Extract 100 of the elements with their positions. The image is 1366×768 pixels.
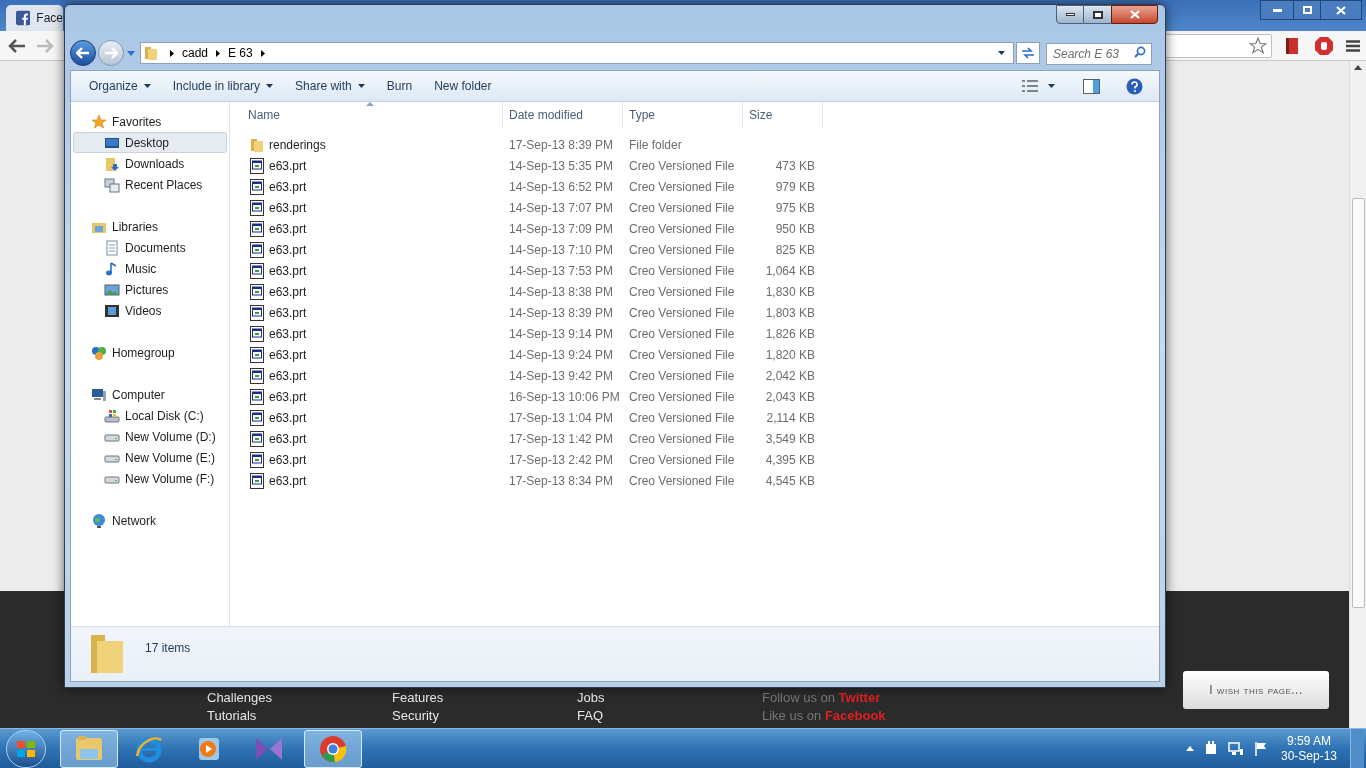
file-window-icon	[250, 325, 264, 342]
size-cell-text: 4,545 KB	[765, 472, 815, 490]
minimize-button[interactable]	[1056, 5, 1084, 24]
nav-group[interactable]: Computer	[71, 384, 229, 405]
footer-link[interactable]: Tutorials	[207, 708, 392, 724]
file-row[interactable]: e63.prt 14-Sep-13 7:09 PM Creo Versioned File 950 KB	[230, 218, 1159, 239]
breadcrumb-item[interactable]: E 63	[228, 44, 253, 62]
close-button[interactable]	[1111, 5, 1158, 24]
preview-pane-button[interactable]	[1083, 78, 1100, 94]
scroll-up-icon[interactable]	[1354, 65, 1362, 70]
nav-item[interactable]: Recent Places	[73, 174, 227, 195]
nav-item[interactable]: Desktop	[73, 132, 227, 153]
nav-item[interactable]: Downloads	[73, 153, 227, 174]
feedback-button[interactable]: I wish this page...	[1183, 671, 1329, 709]
file-row[interactable]: e63.prt 14-Sep-13 8:39 PM Creo Versioned File 1,803 KB	[230, 302, 1159, 323]
type-cell: Creo Versioned File	[629, 431, 735, 446]
file-window-icon	[250, 388, 264, 405]
flag-icon[interactable]	[1254, 741, 1268, 756]
footer-link[interactable]: FAQ	[577, 708, 762, 724]
toolbar-button[interactable]: Organize	[79, 74, 161, 98]
type-cell: Creo Versioned File	[629, 452, 735, 467]
stop-hand-icon[interactable]	[1314, 35, 1334, 56]
file-row[interactable]: e63.prt 14-Sep-13 8:38 PM Creo Versioned File 1,830 KB	[230, 281, 1159, 302]
start-button[interactable]	[6, 729, 46, 768]
network-monitor-icon[interactable]	[1228, 741, 1244, 756]
nav-item[interactable]: New Volume (D:)	[73, 426, 227, 447]
type-cell: Creo Versioned File	[629, 242, 735, 257]
minimize-button[interactable]	[1260, 0, 1294, 20]
file-row[interactable]: e63.prt 17-Sep-13 1:04 PM Creo Versioned File 2,114 KB	[230, 407, 1159, 428]
tray-expand-icon[interactable]	[1186, 746, 1194, 751]
date-cell: 17-Sep-13 1:04 PM	[509, 410, 614, 425]
book-icon[interactable]	[1284, 36, 1300, 55]
toolbar-button[interactable]: New folder	[424, 74, 502, 98]
nav-group[interactable]: Homegroup	[71, 342, 229, 363]
file-row[interactable]: e63.prt 17-Sep-13 2:42 PM Creo Versioned File 4,395 KB	[230, 449, 1159, 470]
column-header[interactable]: Date modified	[503, 102, 623, 128]
footer-link[interactable]: Security	[392, 708, 577, 724]
column-header[interactable]: Name	[230, 102, 503, 128]
file-row[interactable]: e63.prt 14-Sep-13 5:35 PM Creo Versioned File 473 KB	[230, 155, 1159, 176]
browser-tab[interactable]: Face	[6, 5, 63, 31]
back-button[interactable]	[70, 40, 96, 66]
file-row[interactable]: e63.prt 17-Sep-13 8:34 PM Creo Versioned File 4,545 KB	[230, 470, 1159, 491]
file-row[interactable]: e63.prt 14-Sep-13 7:10 PM Creo Versioned File 825 KB	[230, 239, 1159, 260]
toolbar-button[interactable]: Include in library	[162, 74, 284, 98]
nav-item[interactable]: New Volume (E:)	[73, 447, 227, 468]
plug-icon[interactable]	[1204, 740, 1218, 757]
file-row[interactable]: e63.prt 14-Sep-13 7:53 PM Creo Versioned File 1,064 KB	[230, 260, 1159, 281]
type-cell: Creo Versioned File	[629, 158, 735, 173]
scroll-thumb[interactable]	[1351, 198, 1365, 608]
type-cell: Creo Versioned File	[629, 326, 735, 341]
file-row[interactable]: e63.prt 14-Sep-13 9:14 PM Creo Versioned File 1,826 KB	[230, 323, 1159, 344]
scrollbar[interactable]	[1349, 61, 1366, 728]
nav-item[interactable]: Documents	[73, 237, 227, 258]
file-row[interactable]: e63.prt 14-Sep-13 9:42 PM Creo Versioned File 2,042 KB	[230, 365, 1159, 386]
search-field[interactable]: Search E 63	[1046, 43, 1152, 65]
refresh-button[interactable]	[1016, 42, 1040, 64]
column-header[interactable]: Type	[623, 102, 743, 128]
file-row[interactable]: e63.prt 14-Sep-13 7:07 PM Creo Versioned File 975 KB	[230, 197, 1159, 218]
nav-group[interactable]: Favorites	[71, 111, 229, 132]
file-window-icon	[250, 178, 264, 195]
file-name: e63.prt	[269, 325, 307, 343]
clock[interactable]: 9:59 AM 30-Sep-13	[1278, 733, 1340, 764]
url-bar[interactable]	[1164, 33, 1272, 58]
file-row[interactable]: renderings 17-Sep-13 8:39 PM File folder	[230, 134, 1159, 155]
column-header[interactable]: Size	[743, 102, 823, 128]
nav-item[interactable]: Pictures	[73, 279, 227, 300]
maximize-button[interactable]	[1084, 5, 1111, 24]
restore-button[interactable]	[1294, 0, 1320, 20]
nav-group[interactable]: Libraries	[71, 216, 229, 237]
date-cell: 17-Sep-13 8:34 PM	[509, 473, 614, 488]
toolbar-button[interactable]: Burn	[376, 74, 423, 98]
menu-icon[interactable]	[1346, 39, 1360, 52]
footer-link[interactable]: Challenges	[207, 690, 392, 706]
back-arrow-icon[interactable]	[8, 38, 26, 53]
star-outline-icon[interactable]	[1249, 36, 1267, 55]
date-cell: 14-Sep-13 7:09 PM	[509, 221, 614, 236]
file-row[interactable]: e63.prt 14-Sep-13 6:52 PM Creo Versioned File 979 KB	[230, 176, 1159, 197]
nav-item[interactable]: Videos	[73, 300, 227, 321]
taskbar-app-button[interactable]	[304, 729, 362, 768]
view-options-button[interactable]	[1022, 80, 1055, 92]
breadcrumb-item[interactable]: cadd	[182, 44, 209, 62]
size-cell-text: 2,043 KB	[765, 388, 815, 406]
file-row[interactable]: e63.prt 14-Sep-13 9:24 PM Creo Versioned File 1,820 KB	[230, 344, 1159, 365]
footer-link[interactable]: Jobs	[577, 690, 762, 706]
file-name: e63.prt	[269, 346, 307, 364]
nav-item[interactable]: Music	[73, 258, 227, 279]
nav-group[interactable]: Network	[71, 510, 229, 531]
type-cell: Creo Versioned File	[629, 305, 735, 320]
toolbar-button[interactable]: Share with	[285, 74, 375, 98]
nav-item[interactable]: Local Disk (C:)	[73, 405, 227, 426]
file-row[interactable]: e63.prt 17-Sep-13 1:42 PM Creo Versioned File 3,549 KB	[230, 428, 1159, 449]
size-cell-text: 825 KB	[775, 241, 815, 259]
footer-link[interactable]: Features	[392, 690, 577, 706]
help-button[interactable]	[1126, 77, 1143, 95]
nav-item[interactable]: New Volume (F:)	[73, 468, 227, 489]
close-button[interactable]	[1320, 0, 1362, 20]
close-icon	[1336, 5, 1346, 15]
file-window-icon	[250, 220, 264, 237]
address-bar[interactable]: cadd E 63	[140, 42, 1014, 64]
file-row[interactable]: e63.prt 16-Sep-13 10:06 PM Creo Versioned File 2,043 KB	[230, 386, 1159, 407]
